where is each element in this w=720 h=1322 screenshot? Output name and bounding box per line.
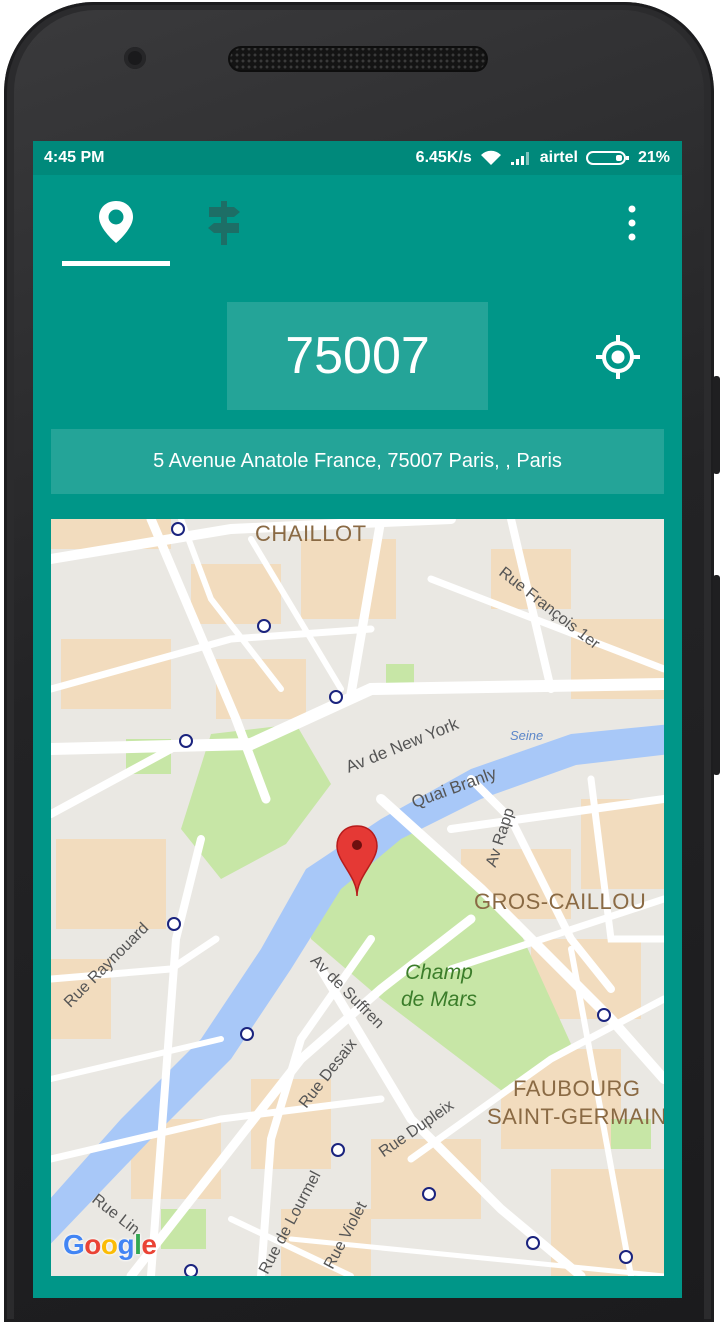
- address-text: 5 Avenue Anatole France, 75007 Paris, , …: [153, 450, 562, 472]
- tab-directions[interactable]: [170, 175, 278, 267]
- tab-location[interactable]: [62, 175, 170, 267]
- zip-code-display: 75007: [227, 302, 488, 410]
- status-time: 4:45 PM: [44, 149, 105, 166]
- phone-frame: 4:45 PM 6.45K/s airtel 21% 75007 5 Avenu…: [0, 0, 720, 1322]
- address-display: 5 Avenue Anatole France, 75007 Paris, , …: [51, 429, 664, 494]
- signpost-icon: [208, 201, 240, 245]
- map-label-seine: Seine: [510, 728, 544, 743]
- app-bar: [33, 175, 682, 267]
- location-pin-icon: [99, 201, 133, 243]
- my-location-icon[interactable]: [595, 334, 641, 380]
- map-label-champ-line2: de Mars: [401, 988, 477, 1011]
- tab-indicator: [62, 261, 170, 266]
- map-label-faubourg-2: SAINT-GERMAIN: [487, 1104, 664, 1129]
- signal-icon: [510, 152, 529, 165]
- google-logo: Google: [63, 1229, 157, 1260]
- carrier-name: airtel: [539, 149, 578, 166]
- earpiece-speaker: [228, 46, 488, 72]
- map-label-chaillot: CHAILLOT: [255, 521, 367, 546]
- front-camera: [124, 47, 146, 69]
- app-screen: 4:45 PM 6.45K/s airtel 21% 75007 5 Avenu…: [33, 141, 682, 1298]
- volume-button: [713, 376, 720, 474]
- map-view[interactable]: CHAILLOT Rue François 1er Av de New York…: [51, 519, 664, 1276]
- battery-percent: 21%: [637, 149, 670, 166]
- map-label-faubourg-1: FAUBOURG: [513, 1076, 641, 1101]
- status-bar: 4:45 PM 6.45K/s airtel 21%: [33, 141, 682, 175]
- zip-code: 75007: [285, 327, 430, 385]
- wifi-icon: [480, 150, 501, 165]
- map-label-gros-caillou: GROS-CAILLOU: [474, 889, 647, 914]
- more-options-icon[interactable]: [622, 203, 642, 243]
- network-speed: 6.45K/s: [415, 149, 472, 166]
- battery-icon: [585, 151, 629, 165]
- map-label-champ-de-mars: Champ de Mars: [401, 959, 477, 1013]
- power-button: [713, 575, 720, 775]
- map-label-champ-line1: Champ: [405, 961, 473, 984]
- status-indicators: 6.45K/s airtel 21%: [416, 149, 670, 167]
